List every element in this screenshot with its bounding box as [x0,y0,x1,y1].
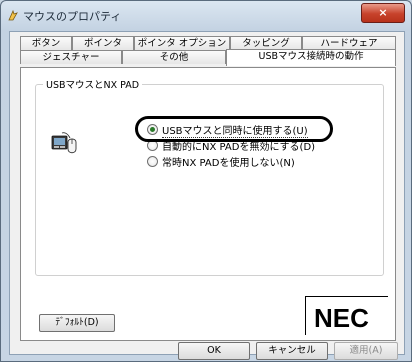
default-button[interactable]: ﾃﾞﾌｫﾙﾄ(D) [39,314,115,332]
tab-buttons[interactable]: ボタン [20,36,72,50]
nec-logo-text: NEC [314,303,369,333]
touchpad-mouse-icon [51,132,77,154]
window-title: マウスのプロパティ [23,10,122,23]
highlight-ring [135,116,333,142]
tab-pointer[interactable]: ポインタ [72,36,134,50]
option-label: 常時NX PADを使用しない(N) [162,158,295,169]
nec-logo: NEC [305,296,388,335]
tab-strip: ボタン ポインタ ポインタ オプション タッピング ハードウェア ジェスチャー … [20,36,396,68]
tab-usb-mouse-behavior[interactable]: USBマウス接続時の動作 [226,49,396,66]
option-never-use-nxpad[interactable]: 常時NX PADを使用しない(N) [147,156,295,169]
tab-pointer-options[interactable]: ポインタ オプション [134,36,230,50]
mouse-icon [8,9,18,21]
title-bar[interactable]: マウスのプロパティ × [1,1,411,29]
ok-button[interactable]: OK [178,342,250,360]
cancel-button[interactable]: キャンセル [256,342,328,360]
tab-page-usb-mouse: USBマウスとNX PAD USBマウスと同時に使用する(U) 自動的にNX P… [20,67,396,341]
group-box [35,84,384,276]
option-label: 自動的にNX PADを無効にする(D) [162,142,316,153]
tab-hardware[interactable]: ハードウェア [302,36,396,50]
tab-gestures[interactable]: ジェスチャー [20,50,122,64]
properties-window: マウスのプロパティ × ボタン ポインタ ポインタ オプション タッピング ハー… [0,0,412,362]
dialog-client-area: ボタン ポインタ ポインタ オプション タッピング ハードウェア ジェスチャー … [9,31,405,360]
tab-other[interactable]: その他 [122,50,226,64]
radio-unselected[interactable] [147,156,158,167]
close-button[interactable]: × [361,3,405,23]
group-label: USBマウスとNX PAD [43,77,143,91]
apply-button[interactable]: 適用(A) [334,342,398,360]
tab-tapping[interactable]: タッピング [230,36,302,50]
